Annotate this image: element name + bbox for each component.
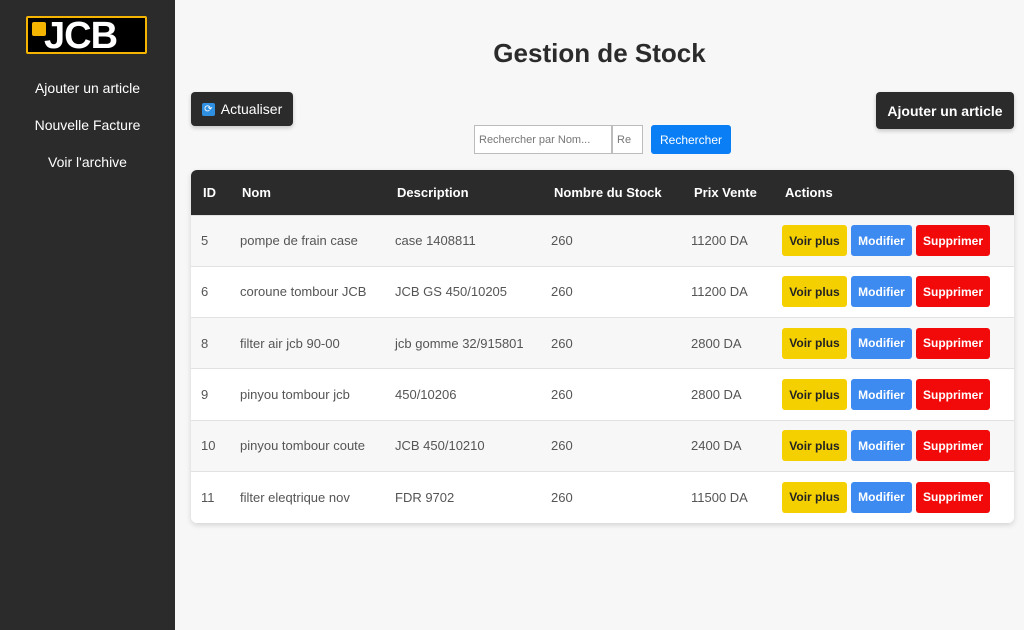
cell-actions: Voir plus Modifier Supprimer — [782, 318, 1014, 369]
cell-nom: filter eleqtrique nov — [240, 489, 350, 505]
cell-stock: 260 — [551, 438, 573, 454]
voir-plus-button[interactable]: Voir plus — [782, 430, 847, 462]
logo-text: JCB — [44, 16, 118, 54]
search-ref-input[interactable] — [612, 125, 643, 154]
row-actions: Voir plus Modifier Supprimer — [782, 481, 1014, 513]
table-row: 5 pompe de frain case case 1408811 260 11200… — [191, 215, 1014, 267]
supprimer-button[interactable]: Supprimer — [916, 379, 990, 411]
cell-actions: Voir plus Modifier Supprimer — [782, 266, 1014, 317]
cell-nom: pompe de frain case — [240, 233, 358, 249]
cell-id: 6 — [201, 284, 209, 300]
cell-prix: 11200 DA — [691, 284, 748, 300]
column-header-description: Description — [397, 184, 469, 200]
row-actions: Voir plus Modifier Supprimer — [782, 430, 1014, 462]
cell-id: 11 — [201, 489, 215, 505]
column-header-prix: Prix Vente — [694, 184, 757, 200]
cell-prix: 2400 DA — [691, 438, 742, 454]
cell-id: 10 — [201, 438, 216, 454]
voir-plus-button[interactable]: Voir plus — [782, 379, 847, 411]
cell-actions: Voir plus Modifier Supprimer — [782, 420, 1014, 471]
cell-description: JCB GS 450/10205 — [395, 284, 508, 300]
modifier-button[interactable]: Modifier — [851, 379, 912, 411]
table-row: 8 filter air jcb 90-00 jcb gomme 32/915801… — [191, 317, 1014, 369]
cell-nom: filter air jcb 90-00 — [240, 335, 340, 351]
cell-prix: 2800 DA — [691, 387, 742, 403]
row-actions: Voir plus Modifier Supprimer — [782, 225, 1014, 257]
sidebar-item-voir-archive[interactable]: Voir l'archive — [0, 154, 175, 170]
supprimer-button[interactable]: Supprimer — [916, 481, 990, 513]
cell-nom: pinyou tombour coute — [240, 438, 366, 454]
modifier-button[interactable]: Modifier — [851, 481, 912, 513]
voir-plus-button[interactable]: Voir plus — [782, 276, 847, 308]
row-actions: Voir plus Modifier Supprimer — [782, 327, 1014, 359]
table-row: 6 coroune tombour JCB JCB GS 450/10205 260 1… — [191, 266, 1014, 318]
modifier-button[interactable]: Modifier — [851, 276, 912, 308]
cell-description: jcb gomme 32/915801 — [395, 335, 524, 351]
cell-nom: pinyou tombour jcb — [240, 387, 350, 403]
table-row: 9 pinyou tombour jcb 450/10206 260 2800 DA Vo… — [191, 368, 1014, 421]
voir-plus-button[interactable]: Voir plus — [782, 225, 847, 257]
supprimer-button[interactable]: Supprimer — [916, 225, 990, 257]
cell-stock: 260 — [551, 233, 573, 249]
row-actions: Voir plus Modifier Supprimer — [782, 276, 1014, 308]
cell-description: case 1408811 — [395, 233, 476, 249]
cell-stock: 260 — [551, 335, 573, 351]
cell-stock: 260 — [551, 489, 573, 505]
supprimer-button[interactable]: Supprimer — [916, 430, 990, 462]
stock-table: ID Nom Description Nombre du Stock Prix … — [191, 170, 1014, 523]
table-header-row: ID Nom Description Nombre du Stock Prix … — [191, 170, 1014, 215]
cell-id: 9 — [201, 387, 209, 403]
cell-prix: 2800 DA — [691, 335, 742, 351]
table-row: 10 pinyou tombour coute JCB 450/10210 260 24… — [191, 420, 1014, 472]
supprimer-button[interactable]: Supprimer — [916, 276, 990, 308]
cell-id: 5 — [201, 233, 209, 249]
column-header-id: ID — [203, 184, 216, 200]
supprimer-button[interactable]: Supprimer — [916, 327, 990, 359]
refresh-button[interactable]: ⟳ Actualiser — [191, 92, 293, 126]
cell-prix: 11200 DA — [691, 233, 748, 249]
cell-actions: Voir plus Modifier Supprimer — [782, 215, 1014, 266]
column-header-stock: Nombre du Stock — [554, 184, 662, 200]
search-button[interactable]: Rechercher — [651, 125, 731, 154]
sidebar-item-nouvelle-facture[interactable]: Nouvelle Facture — [0, 117, 175, 133]
modifier-button[interactable]: Modifier — [851, 225, 912, 257]
cell-stock: 260 — [551, 284, 573, 300]
cell-actions: Voir plus Modifier Supprimer — [782, 471, 1014, 522]
modifier-button[interactable]: Modifier — [851, 327, 912, 359]
cell-id: 8 — [201, 335, 209, 351]
column-header-actions: Actions — [785, 184, 833, 200]
cell-description: FDR 9702 — [395, 489, 455, 505]
refresh-button-label: Actualiser — [220, 101, 283, 117]
refresh-icon: ⟳ — [201, 102, 215, 116]
cell-prix: 11500 DA — [691, 489, 748, 505]
modifier-button[interactable]: Modifier — [851, 430, 912, 462]
cell-nom: coroune tombour JCB — [240, 284, 367, 300]
sidebar: JCB Ajouter un article Nouvelle Facture … — [0, 0, 175, 630]
column-header-nom: Nom — [242, 184, 271, 200]
voir-plus-button[interactable]: Voir plus — [782, 327, 847, 359]
page-title: Gestion de Stock — [493, 38, 706, 68]
table-row: 11 filter eleqtrique nov FDR 9702 260 11500 … — [191, 471, 1014, 523]
cell-stock: 260 — [551, 387, 573, 403]
search-name-input[interactable] — [474, 125, 612, 154]
cell-description: JCB 450/10210 — [395, 438, 485, 454]
jcb-logo[interactable]: JCB — [26, 16, 147, 54]
cell-description: 450/10206 — [395, 387, 457, 403]
cell-actions: Voir plus Modifier Supprimer — [782, 369, 1014, 420]
add-article-button[interactable]: Ajouter un article — [876, 92, 1014, 129]
row-actions: Voir plus Modifier Supprimer — [782, 379, 1014, 411]
sidebar-item-ajouter-article[interactable]: Ajouter un article — [0, 80, 175, 96]
voir-plus-button[interactable]: Voir plus — [782, 481, 847, 513]
